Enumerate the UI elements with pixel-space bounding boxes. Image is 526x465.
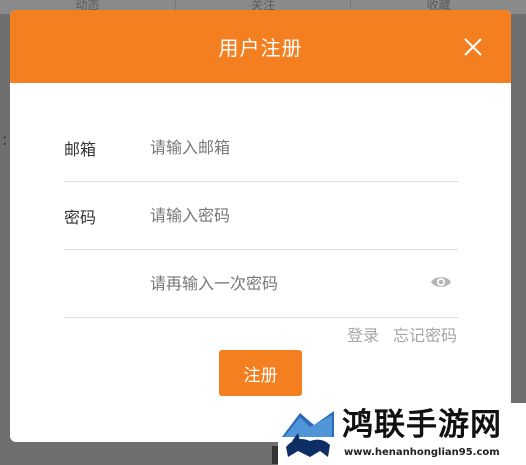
auth-links: 登录 忘记密码 [347, 322, 457, 346]
forgot-password-link[interactable]: 忘记密码 [393, 322, 457, 346]
watermark-logo-icon [280, 407, 336, 461]
email-row: 邮箱 [64, 114, 458, 182]
password-input[interactable] [150, 206, 458, 225]
dialog-header: 用户注册 [10, 10, 511, 83]
confirm-password-input[interactable] [150, 274, 458, 293]
password-row: 密码 [64, 182, 458, 250]
register-dialog: 用户注册 邮箱 密码 登录 忘记密码 [10, 10, 511, 442]
watermark-url: www.henanhonglian95.com [344, 447, 500, 458]
close-button[interactable] [462, 36, 484, 58]
register-button[interactable]: 注册 [219, 350, 302, 396]
password-label: 密码 [64, 207, 97, 227]
email-input[interactable] [150, 138, 458, 157]
email-label: 邮箱 [64, 139, 97, 159]
dialog-title: 用户注册 [218, 36, 303, 60]
eye-icon[interactable] [430, 274, 452, 290]
background-fragment: : [2, 130, 8, 149]
register-form: 邮箱 密码 [64, 114, 458, 318]
close-icon [464, 38, 482, 56]
watermark-site-name: 鸿联手游网 [342, 407, 502, 443]
site-watermark: 鸿联手游网 www.henanhonglian95.com [278, 403, 526, 465]
confirm-password-row [64, 250, 458, 318]
login-link[interactable]: 登录 [347, 322, 379, 346]
